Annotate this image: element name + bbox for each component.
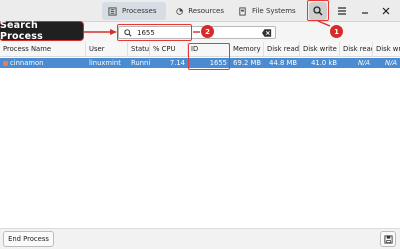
tab-label: Resources <box>188 7 224 15</box>
column-header-disk-read[interactable]: Disk read <box>340 42 373 57</box>
cell-process-name: cinnamon <box>0 58 86 68</box>
cell-disk-write: N/A <box>384 59 397 67</box>
column-header-status[interactable]: Status <box>128 42 150 57</box>
tab-resources[interactable]: Resources <box>170 2 230 20</box>
tab-label: File Systems <box>252 7 296 15</box>
save-icon <box>383 234 393 244</box>
clear-text-icon[interactable] <box>262 29 272 37</box>
column-header-disk-read-total[interactable]: Disk read <box>264 42 300 57</box>
id-column-highlight <box>188 43 230 70</box>
process-icon <box>3 60 8 66</box>
end-process-button[interactable]: End Process <box>3 231 54 247</box>
tab-processes[interactable]: Processes <box>102 2 166 20</box>
column-header-process-name[interactable]: Process Name <box>0 42 86 57</box>
tab-label: Processes <box>122 7 157 15</box>
cell-disk-write-total: 41.0 kB <box>311 59 337 67</box>
search-process-callout: Search Process <box>0 20 83 42</box>
processes-icon <box>108 6 117 16</box>
close-icon <box>382 7 390 15</box>
close-button[interactable] <box>377 2 395 20</box>
cell-user: linuxmint <box>89 59 121 67</box>
column-header-disk-write[interactable]: Disk write <box>373 42 400 57</box>
column-header-disk-write-total[interactable]: Disk write <box>300 42 340 57</box>
cell-disk-read-total: 44.8 MB <box>269 59 297 67</box>
step-badge-1: 1 <box>330 25 343 38</box>
search-button-highlight <box>307 0 329 21</box>
cell-memory: 69.2 MB <box>233 59 261 67</box>
tab-file-systems[interactable]: File Systems <box>232 2 302 20</box>
cell-cpu: 7.14 <box>169 59 185 67</box>
cell-disk-read: N/A <box>357 59 370 67</box>
search-input-highlight <box>117 24 192 41</box>
cell-status: Runni <box>131 59 151 67</box>
minimize-button[interactable] <box>356 2 374 20</box>
minimize-icon <box>362 12 368 14</box>
hamburger-menu-icon <box>338 7 346 15</box>
column-header-cpu[interactable]: % CPU <box>150 42 188 57</box>
footer-bar <box>0 228 400 249</box>
file-systems-icon <box>239 6 246 16</box>
menu-button[interactable] <box>333 2 351 20</box>
column-header-user[interactable]: User <box>86 42 128 57</box>
column-header-memory[interactable]: Memory <box>230 42 264 57</box>
step-badge-2: 2 <box>201 25 214 38</box>
resources-icon <box>176 7 183 15</box>
save-button[interactable] <box>380 231 396 247</box>
